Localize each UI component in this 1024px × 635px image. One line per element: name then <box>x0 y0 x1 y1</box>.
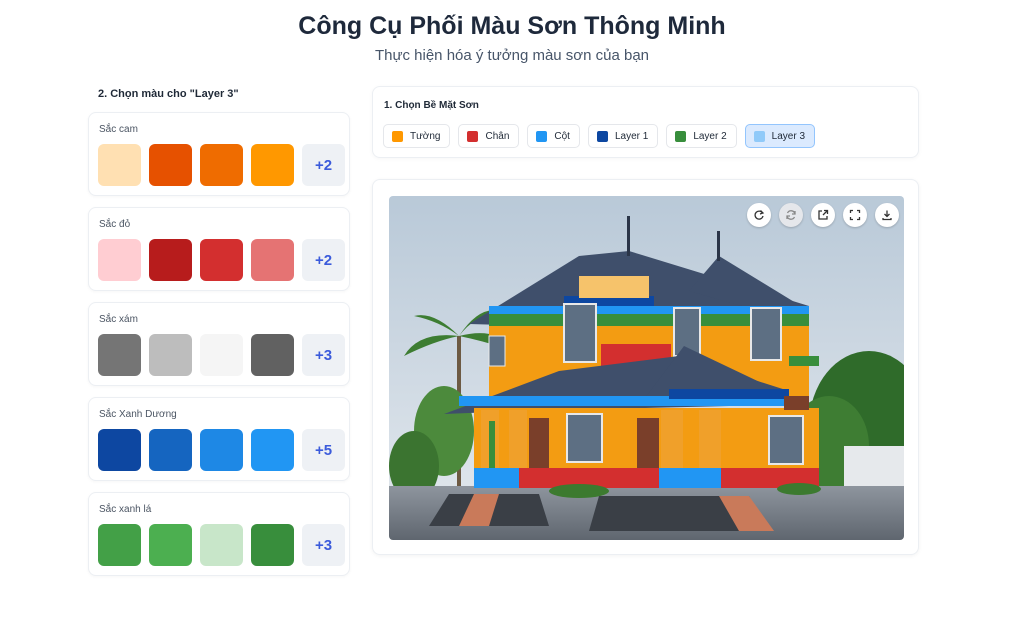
color-swatch[interactable] <box>200 334 243 376</box>
surface-heading: 1. Chọn Bề Mặt Sơn <box>384 100 479 111</box>
swatch-row: +2 <box>98 239 345 281</box>
surface-button-label: Layer 3 <box>771 130 806 142</box>
surface-button-label: Layer 1 <box>614 130 649 142</box>
palette-heading: 2. Chọn màu cho "Layer 3" <box>98 88 239 100</box>
color-swatch[interactable] <box>98 524 141 566</box>
fullscreen-button[interactable] <box>843 203 867 227</box>
color-group: Sắc cam +2 <box>88 112 350 196</box>
color-group: Sắc đỏ +2 <box>88 207 350 291</box>
page-subtitle: Thực hiện hóa ý tưởng màu sơn của bạn <box>374 47 650 64</box>
open-external-button[interactable] <box>811 203 835 227</box>
surface-button[interactable]: Cột <box>527 124 580 148</box>
surface-color-dot <box>392 130 403 142</box>
color-group: Sắc xanh lá +3 <box>88 492 350 576</box>
surface-button-list: Tường Chân Cột Layer 1 Layer 2 Layer 3 <box>383 124 816 148</box>
surface-button-label: Chân <box>485 130 510 142</box>
page-title: Công Cụ Phối Màu Sơn Thông Minh <box>298 12 726 40</box>
color-group: Sắc xám +3 <box>88 302 350 386</box>
color-swatch[interactable] <box>251 524 294 566</box>
color-swatch[interactable] <box>149 334 192 376</box>
surface-selector-card: 1. Chọn Bề Mặt Sơn Tường Chân Cột Layer 1 La… <box>372 86 919 158</box>
preview-toolbar <box>747 203 899 227</box>
color-swatch[interactable] <box>149 429 192 471</box>
surface-button[interactable]: Tường <box>383 124 451 148</box>
more-colors-button[interactable]: +3 <box>302 524 345 566</box>
color-swatch[interactable] <box>200 524 243 566</box>
surface-button[interactable]: Layer 2 <box>666 124 737 148</box>
surface-button[interactable]: Layer 3 <box>744 124 816 148</box>
redo-button[interactable] <box>747 203 771 227</box>
more-colors-button[interactable]: +2 <box>302 144 345 186</box>
reset-button[interactable] <box>779 203 803 227</box>
color-group-label: Sắc xám <box>99 314 138 325</box>
color-swatch[interactable] <box>251 429 294 471</box>
color-group: Sắc Xanh Dương +5 <box>88 397 350 481</box>
color-swatch[interactable] <box>98 239 141 281</box>
swatch-row: +3 <box>98 524 345 566</box>
redo-icon <box>753 209 765 221</box>
swatch-row: +3 <box>98 334 345 376</box>
preview-card <box>372 179 919 555</box>
surface-button-label: Layer 2 <box>693 130 727 142</box>
house-illustration <box>389 196 904 540</box>
surface-color-dot <box>753 130 765 142</box>
color-swatch[interactable] <box>149 144 192 186</box>
color-group-label: Sắc đỏ <box>99 219 131 230</box>
surface-button[interactable]: Chân <box>458 124 520 148</box>
swatch-row: +5 <box>98 429 345 471</box>
download-button[interactable] <box>875 203 899 227</box>
download-icon <box>881 209 893 221</box>
color-group-label: Sắc Xanh Dương <box>99 409 177 420</box>
color-swatch[interactable] <box>200 144 243 186</box>
color-swatch[interactable] <box>98 429 141 471</box>
color-swatch[interactable] <box>98 144 141 186</box>
color-swatch[interactable] <box>251 144 294 186</box>
color-group-label: Sắc xanh lá <box>99 504 152 515</box>
color-swatch[interactable] <box>149 524 192 566</box>
surface-color-dot <box>536 130 548 142</box>
fullscreen-icon <box>849 209 861 221</box>
more-colors-button[interactable]: +3 <box>302 334 345 376</box>
color-group-label: Sắc cam <box>99 124 138 135</box>
more-colors-button[interactable]: +2 <box>302 239 345 281</box>
surface-button[interactable]: Layer 1 <box>587 124 659 148</box>
swatch-row: +2 <box>98 144 345 186</box>
surface-button-label: Tường <box>410 130 441 142</box>
reset-icon <box>785 209 797 221</box>
color-swatch[interactable] <box>200 429 243 471</box>
color-swatch[interactable] <box>149 239 192 281</box>
color-swatch[interactable] <box>251 334 294 376</box>
more-colors-button[interactable]: +5 <box>302 429 345 471</box>
surface-button-label: Cột <box>554 130 570 142</box>
color-swatch[interactable] <box>251 239 294 281</box>
surface-color-dot <box>675 130 687 142</box>
surface-color-dot <box>467 130 479 142</box>
color-swatch[interactable] <box>200 239 243 281</box>
surface-color-dot <box>596 130 608 142</box>
house-preview-image <box>389 196 904 540</box>
color-swatch[interactable] <box>98 334 141 376</box>
open-external-icon <box>817 209 829 221</box>
